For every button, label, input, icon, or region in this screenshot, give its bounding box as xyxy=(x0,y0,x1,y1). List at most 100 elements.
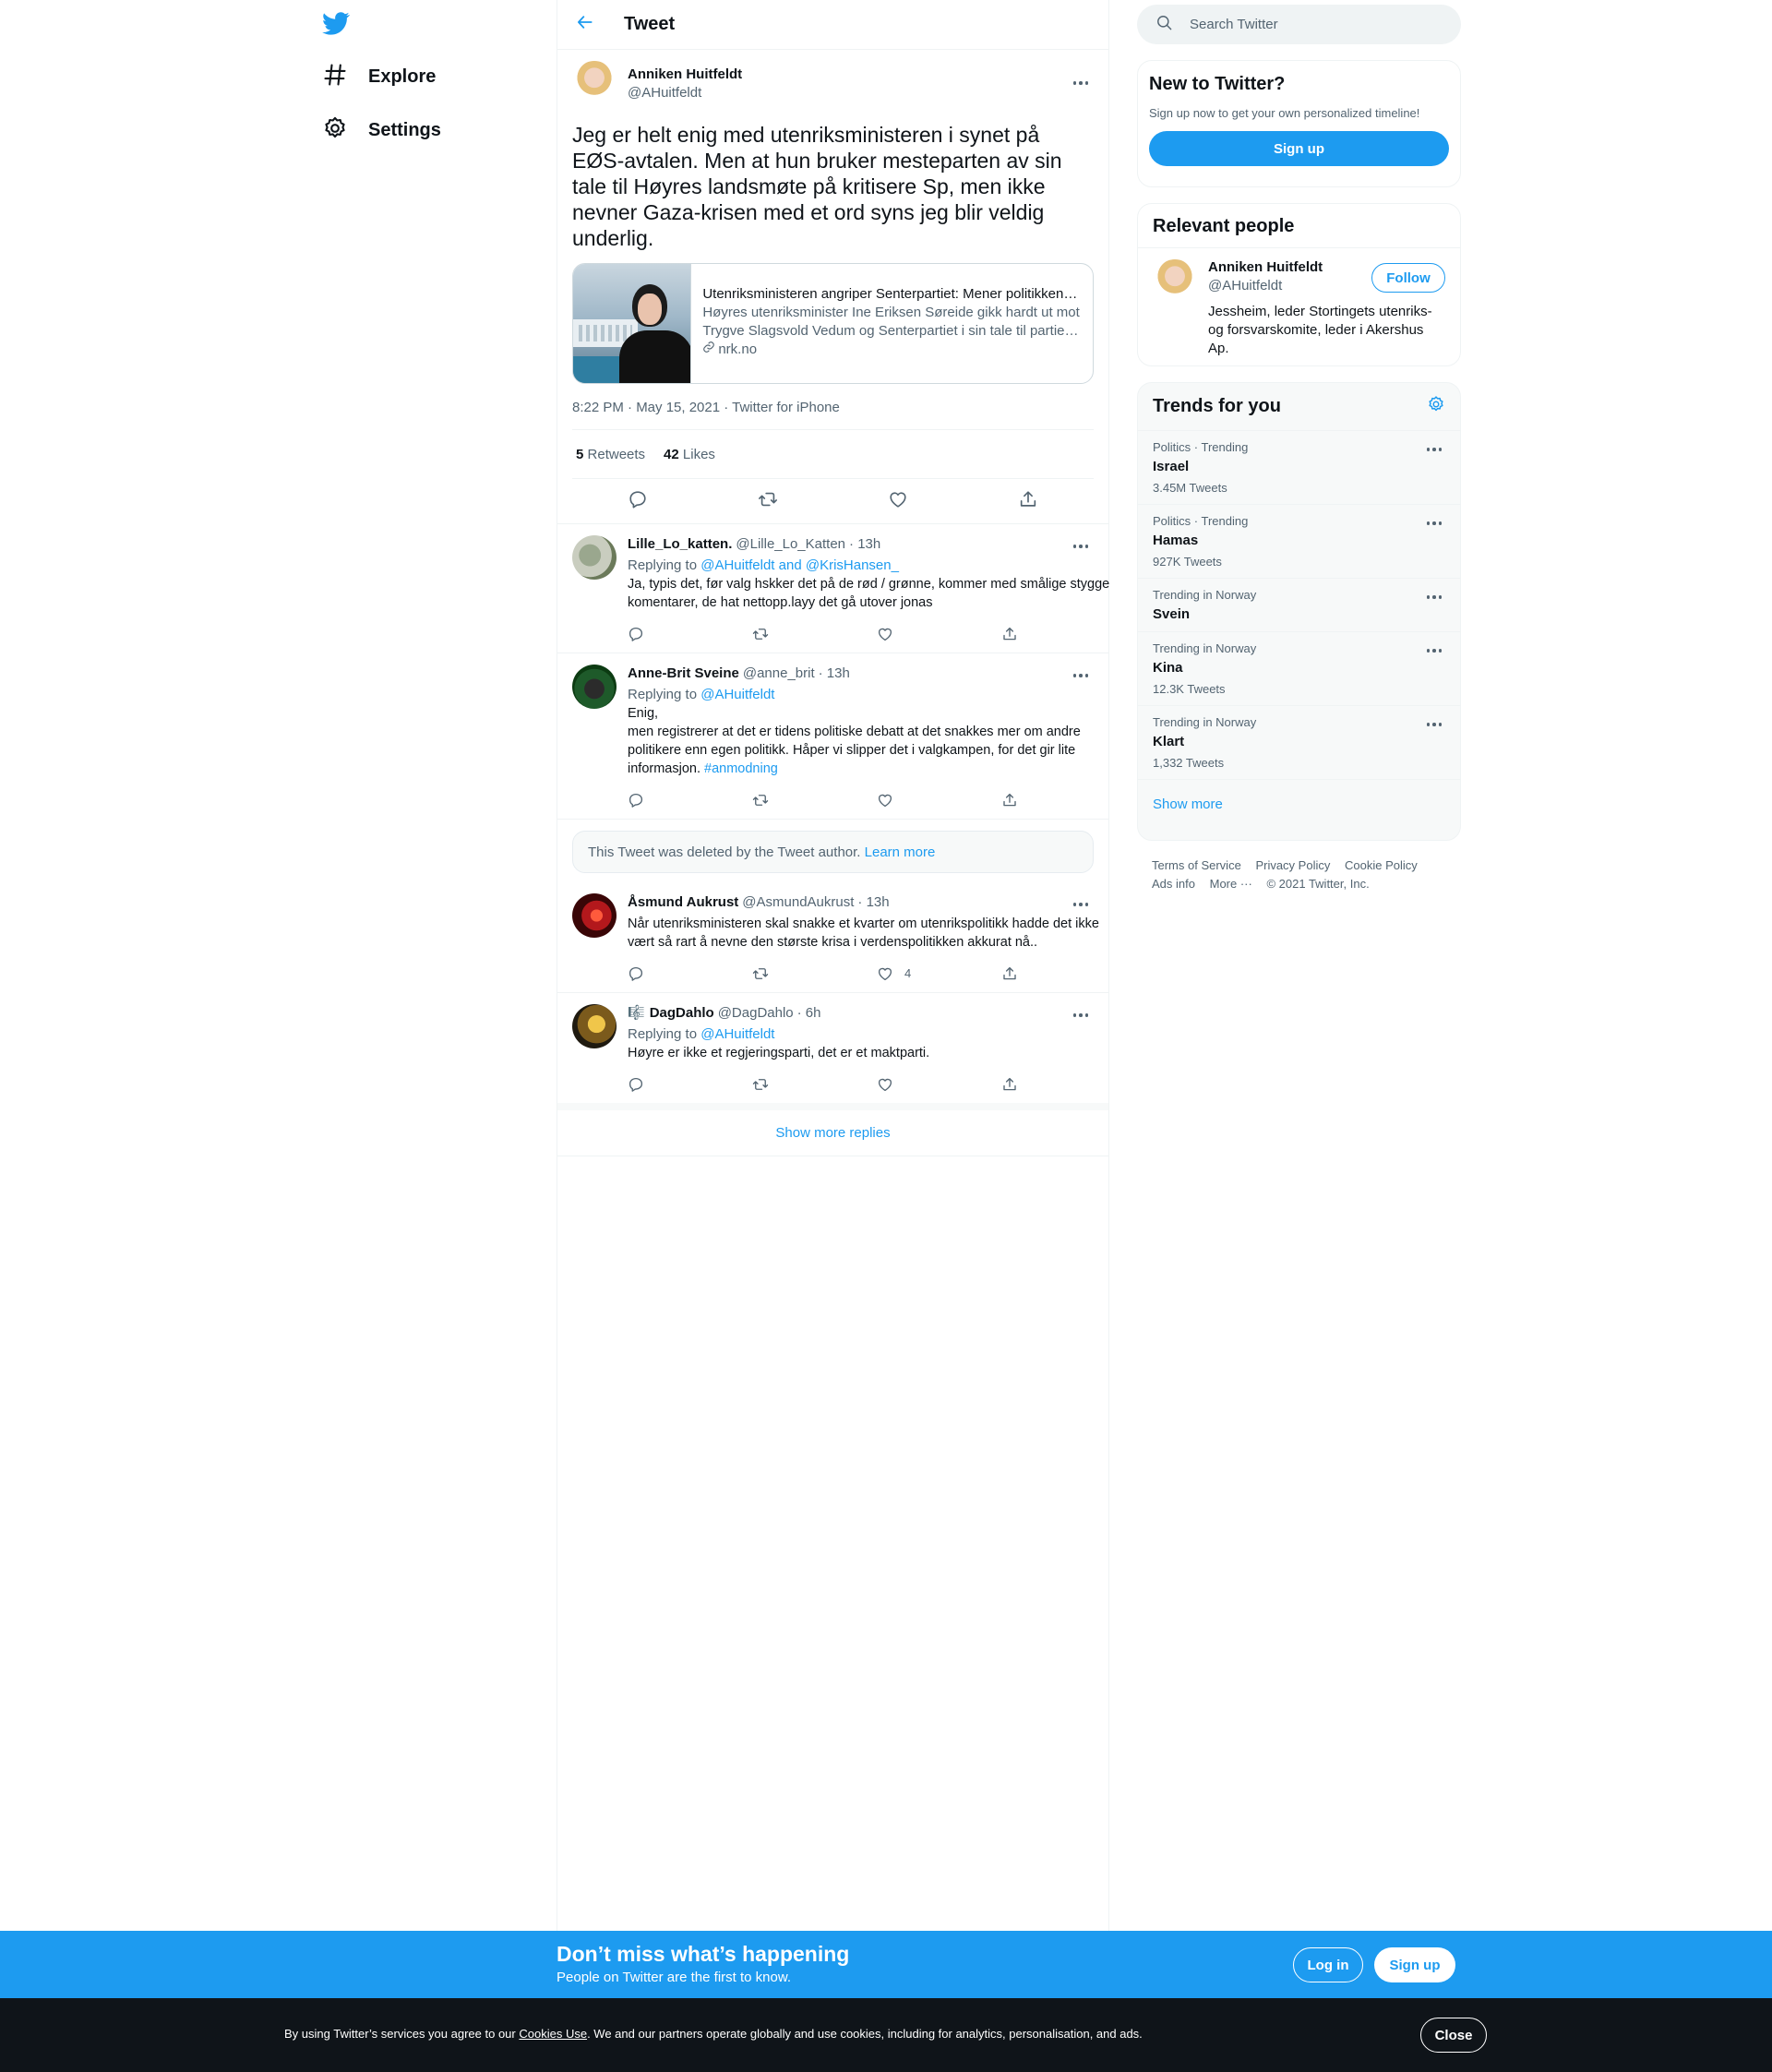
nav-explore-label: Explore xyxy=(368,66,437,87)
reply-icon[interactable] xyxy=(628,489,648,514)
show-more-replies-button[interactable]: Show more replies xyxy=(557,1103,1108,1156)
reply-time[interactable]: · 6h xyxy=(797,1004,821,1023)
follow-button[interactable]: Follow xyxy=(1371,263,1445,293)
avatar[interactable] xyxy=(572,535,617,580)
avatar[interactable] xyxy=(1153,259,1197,304)
reply-time[interactable]: · 13h xyxy=(849,535,880,554)
share-action[interactable] xyxy=(1001,965,1126,982)
tweet-actions xyxy=(572,479,1094,523)
log-in-button[interactable]: Log in xyxy=(1293,1947,1363,1982)
share-action[interactable] xyxy=(1001,626,1126,642)
reply-action[interactable] xyxy=(628,792,752,808)
reply-author-name[interactable]: Lille_Lo_katten. xyxy=(628,535,732,554)
deleted-text: This Tweet was deleted by the Tweet auth… xyxy=(588,844,861,860)
retweets-stat[interactable]: 5 Retweets xyxy=(576,447,645,462)
replying-to-link[interactable]: @AHuitfeldt xyxy=(700,1026,774,1042)
relevant-person[interactable]: Anniken Huitfeldt @AHuitfeldt Jessheim, … xyxy=(1138,248,1460,365)
reply-actions xyxy=(628,1075,1126,1094)
trends-show-more[interactable]: Show more xyxy=(1138,780,1460,828)
like-icon[interactable] xyxy=(888,489,908,514)
nav-settings[interactable]: Settings xyxy=(322,107,441,153)
more-options-button[interactable] xyxy=(1421,715,1447,734)
retweet-icon xyxy=(752,968,769,979)
more-options-button[interactable] xyxy=(1068,666,1094,685)
avatar[interactable] xyxy=(572,665,617,709)
share-action[interactable] xyxy=(1001,1076,1126,1093)
sign-up-button[interactable]: Sign up xyxy=(1149,131,1449,166)
like-action[interactable] xyxy=(877,792,1001,808)
trend-item[interactable]: Trending in Norway Kina 12.3K Tweets xyxy=(1138,632,1460,706)
like-icon xyxy=(878,967,892,981)
retweet-action[interactable] xyxy=(752,792,877,808)
trend-context: Trending in Norway xyxy=(1153,588,1257,602)
retweets-label: Retweets xyxy=(587,446,646,462)
cookie-link[interactable]: Cookie Policy xyxy=(1345,858,1418,872)
reply-item[interactable]: Anne-Brit Sveine @anne_brit · 13h Replyi… xyxy=(557,653,1108,819)
more-options-button[interactable] xyxy=(1421,641,1447,660)
reply-author-name[interactable]: Åsmund Aukrust xyxy=(628,893,738,912)
reply-author-handle[interactable]: @anne_brit xyxy=(743,665,815,683)
more-options-button[interactable] xyxy=(1421,440,1447,459)
reply-action[interactable] xyxy=(628,965,752,982)
retweet-action[interactable] xyxy=(752,626,877,642)
reply-item[interactable]: Åsmund Aukrust @AsmundAukrust · 13h Når … xyxy=(557,873,1108,992)
reply-author-handle[interactable]: @Lille_Lo_Katten xyxy=(736,535,845,554)
twitter-bird-icon[interactable] xyxy=(322,9,353,41)
trend-item[interactable]: Politics · Trending Israel 3.45M Tweets xyxy=(1138,431,1460,505)
reply-item[interactable]: Lille_Lo_katten. @Lille_Lo_Katten · 13h … xyxy=(557,523,1109,653)
trend-item[interactable]: Trending in Norway Klart 1,332 Tweets xyxy=(1138,706,1460,780)
banner-sign-up-button[interactable]: Sign up xyxy=(1374,1947,1455,1982)
replying-to-link[interactable]: @AHuitfeldt xyxy=(700,687,774,702)
replying-to-link[interactable]: @AHuitfeldt and @KrisHansen_ xyxy=(700,557,899,573)
search-bar[interactable] xyxy=(1137,5,1461,44)
like-action[interactable]: 4 xyxy=(877,964,1001,983)
trend-item[interactable]: Politics · Trending Hamas 927K Tweets xyxy=(1138,505,1460,579)
hashtag-link[interactable]: #anmodning xyxy=(704,761,778,776)
privacy-link[interactable]: Privacy Policy xyxy=(1255,858,1330,872)
likes-stat[interactable]: 42 Likes xyxy=(664,447,715,462)
more-link[interactable]: More ··· xyxy=(1210,877,1252,891)
retweet-action[interactable] xyxy=(752,965,877,982)
reply-item[interactable]: 🎼 DagDahlo @DagDahlo · 6h Replying to @A… xyxy=(557,992,1108,1103)
reply-author-name[interactable]: DagDahlo xyxy=(650,1004,714,1023)
banner-title: Don’t miss what’s happening xyxy=(557,1942,850,1966)
back-button[interactable] xyxy=(557,0,613,50)
terms-link[interactable]: Terms of Service xyxy=(1152,858,1241,872)
reply-time[interactable]: · 13h xyxy=(819,665,850,683)
avatar[interactable] xyxy=(572,61,617,105)
share-action[interactable] xyxy=(1001,792,1126,808)
replying-to: Replying to @AHuitfeldt xyxy=(628,1025,1126,1044)
search-input[interactable] xyxy=(1190,17,1448,32)
share-icon[interactable] xyxy=(1018,489,1038,514)
retweet-action[interactable] xyxy=(752,1076,877,1093)
close-button[interactable]: Close xyxy=(1420,2018,1487,2053)
trend-item[interactable]: Trending in Norway Svein xyxy=(1138,579,1460,632)
reply-author-handle[interactable]: @AsmundAukrust xyxy=(742,893,854,912)
more-options-button[interactable] xyxy=(1068,895,1094,914)
card-domain: nrk.no xyxy=(702,341,1082,359)
gear-icon[interactable] xyxy=(1427,395,1445,418)
reply-time[interactable]: · 13h xyxy=(857,893,889,912)
reply-action[interactable] xyxy=(628,626,752,642)
more-options-button[interactable] xyxy=(1068,74,1094,92)
reply-author-handle[interactable]: @DagDahlo xyxy=(718,1004,794,1023)
reply-action[interactable] xyxy=(628,1076,752,1093)
link-card[interactable]: Utenriksministeren angriper Senterpartie… xyxy=(572,263,1094,384)
like-action[interactable] xyxy=(877,1076,1001,1093)
tweet-timestamp[interactable]: 8:22 PM · May 15, 2021 · Twitter for iPh… xyxy=(572,400,1094,430)
cookies-use-link[interactable]: Cookies Use xyxy=(519,2027,587,2041)
avatar[interactable] xyxy=(572,1004,617,1048)
more-options-button[interactable] xyxy=(1068,537,1094,556)
more-options-button[interactable] xyxy=(1421,514,1447,533)
reply-author-name[interactable]: Anne-Brit Sveine xyxy=(628,665,739,683)
ads-info-link[interactable]: Ads info xyxy=(1152,877,1195,891)
avatar[interactable] xyxy=(572,893,617,938)
nav-explore[interactable]: Explore xyxy=(322,54,436,100)
author-handle[interactable]: @AHuitfeldt xyxy=(628,85,742,101)
retweet-icon[interactable] xyxy=(758,489,778,514)
like-action[interactable] xyxy=(877,626,1001,642)
more-options-button[interactable] xyxy=(1421,588,1447,606)
author-name[interactable]: Anniken Huitfeldt xyxy=(628,66,742,82)
more-options-button[interactable] xyxy=(1068,1006,1094,1024)
learn-more-link[interactable]: Learn more xyxy=(865,844,936,860)
